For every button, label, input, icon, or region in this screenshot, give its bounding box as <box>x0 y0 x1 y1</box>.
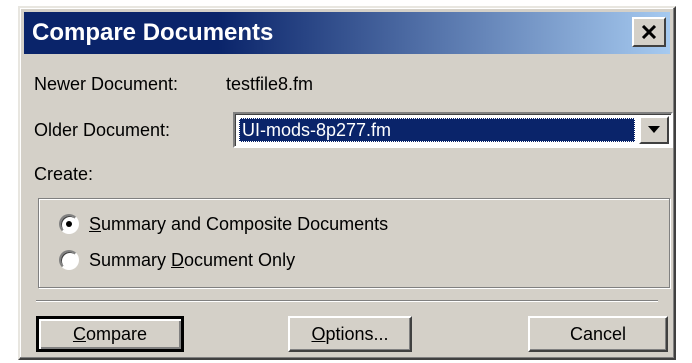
title-bar[interactable]: Compare Documents <box>24 12 670 54</box>
close-icon <box>641 25 657 39</box>
option-summary-only[interactable]: Summary Document Only <box>59 247 295 273</box>
dropdown-button[interactable] <box>639 116 669 144</box>
cancel-button-label: Cancel <box>569 323 627 344</box>
newer-document-value: testfile8.fm <box>226 74 314 94</box>
compare-button[interactable]: Compare <box>36 316 184 352</box>
dialog-title: Compare Documents <box>32 19 274 46</box>
newer-document-label: Newer Document: <box>34 74 179 94</box>
chevron-down-icon <box>648 121 660 139</box>
cancel-button[interactable]: Cancel <box>528 316 668 352</box>
radio-summary-only[interactable] <box>59 250 79 270</box>
option-summary-only-label: Summary Document Only <box>89 249 296 270</box>
older-document-label: Older Document: <box>34 120 171 140</box>
option-summary-and-composite[interactable]: Summary and Composite Documents <box>59 211 388 237</box>
separator <box>36 300 658 302</box>
options-button-label: Options... <box>311 323 389 344</box>
create-label: Create: <box>34 164 94 184</box>
older-document-selected-value[interactable]: UI-mods-8p277.fm <box>239 118 635 142</box>
radio-summary-and-composite[interactable] <box>59 214 79 234</box>
compare-documents-dialog: Compare Documents Newer Document: testfi… <box>18 6 676 360</box>
close-button[interactable] <box>632 17 666 47</box>
compare-button-label: Compare <box>72 323 148 344</box>
create-options-group: Summary and Composite Documents Summary … <box>38 198 670 288</box>
option-summary-and-composite-label: Summary and Composite Documents <box>89 213 389 234</box>
options-button[interactable]: Options... <box>288 316 412 352</box>
older-document-select[interactable]: UI-mods-8p277.fm <box>233 112 673 148</box>
